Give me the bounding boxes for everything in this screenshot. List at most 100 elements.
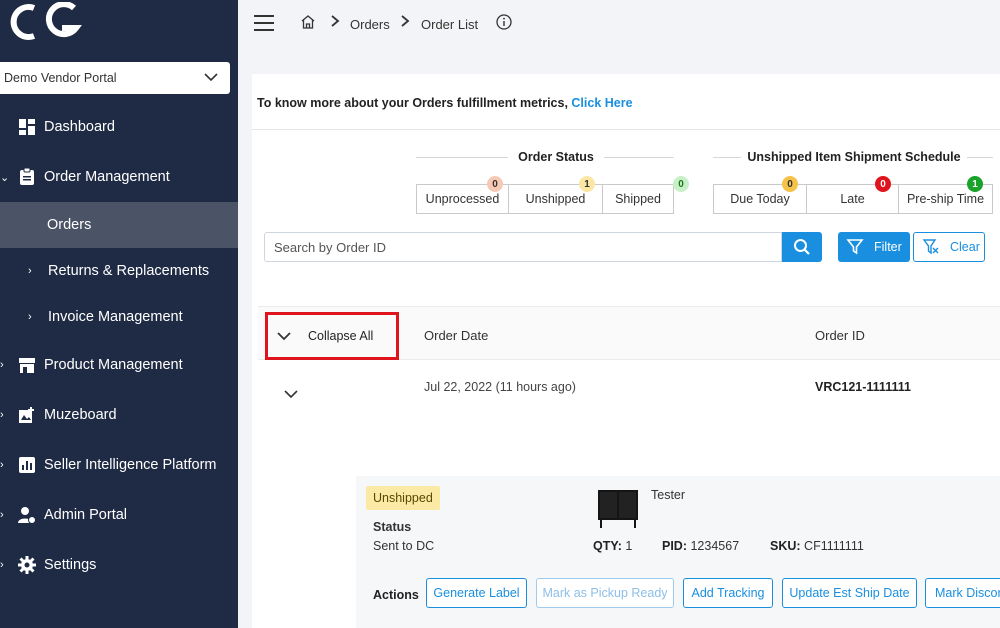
chevron-right-icon: › bbox=[0, 559, 4, 571]
clear-button[interactable]: Clear bbox=[913, 232, 985, 262]
count-badge: 0 bbox=[673, 176, 689, 192]
collapse-all-label: Collapse All bbox=[308, 329, 374, 343]
chevron-right-icon bbox=[331, 15, 340, 27]
chevron-right-icon: › bbox=[0, 359, 4, 371]
chevron-right-icon: › bbox=[0, 459, 4, 471]
clipboard-icon bbox=[20, 168, 34, 185]
chevron-right-icon: › bbox=[28, 265, 32, 277]
filter-clear-icon bbox=[922, 239, 939, 255]
pid-label: PID: bbox=[662, 539, 687, 553]
count-badge: 1 bbox=[579, 176, 595, 192]
chevron-right-icon bbox=[401, 15, 410, 27]
sidebar-item-returns-replacements[interactable]: › Returns & Replacements bbox=[0, 248, 238, 294]
sidebar-item-admin-portal[interactable]: › Admin Portal bbox=[0, 492, 238, 538]
chevron-down-icon: ⌄ bbox=[0, 171, 10, 184]
orders-table-header: Collapse All Order Date Order ID bbox=[258, 306, 1000, 360]
sidebar-item-label: Admin Portal bbox=[44, 507, 128, 523]
clear-label: Clear bbox=[950, 240, 980, 254]
status-label: Unprocessed bbox=[425, 192, 500, 206]
chevron-right-icon: › bbox=[0, 409, 4, 421]
generate-label-button[interactable]: Generate Label bbox=[426, 578, 527, 608]
expand-row-chevron-icon[interactable] bbox=[282, 388, 300, 400]
store-icon bbox=[19, 358, 35, 373]
count-badge: 0 bbox=[782, 176, 798, 192]
hamburger-menu-icon[interactable] bbox=[254, 15, 274, 31]
qty-field: QTY: 1 bbox=[593, 539, 632, 553]
status-badge: Unshipped bbox=[366, 486, 440, 510]
column-order-date[interactable]: Order Date bbox=[424, 328, 488, 343]
gear-icon bbox=[18, 556, 36, 574]
cg-logo[interactable] bbox=[4, 2, 88, 42]
search-icon bbox=[794, 239, 810, 255]
vendor-portal-label: Demo Vendor Portal bbox=[4, 71, 117, 85]
divider bbox=[416, 157, 508, 158]
sidebar-item-label: Settings bbox=[44, 557, 97, 573]
breadcrumb-orders[interactable]: Orders bbox=[350, 17, 390, 32]
product-thumbnail[interactable] bbox=[594, 484, 642, 532]
sidebar-item-order-management[interactable]: ⌄ Order Management bbox=[0, 154, 238, 200]
filter-label: Filter bbox=[874, 240, 902, 254]
qty-value: 1 bbox=[625, 539, 633, 553]
sidebar-item-dashboard[interactable]: Dashboard bbox=[0, 104, 238, 150]
divider bbox=[713, 157, 741, 158]
product-name[interactable]: Tester bbox=[651, 488, 685, 502]
sidebar-item-label: Seller Intelligence Platform bbox=[44, 457, 217, 473]
sku-label: SKU: bbox=[770, 539, 801, 553]
add-tracking-button[interactable]: Add Tracking bbox=[683, 578, 773, 608]
sidebar-item-label: Product Management bbox=[44, 357, 183, 373]
breadcrumb-order-list: Order List bbox=[421, 17, 479, 32]
update-est-ship-date-button[interactable]: Update Est Ship Date bbox=[782, 578, 917, 608]
chevron-right-icon: › bbox=[28, 311, 32, 323]
sku-field: SKU: CF1111111 bbox=[770, 539, 864, 553]
order-status-title: Order Status bbox=[518, 150, 594, 164]
metrics-click-here-link[interactable]: Click Here bbox=[571, 96, 632, 110]
status-unprocessed[interactable]: 0 Unprocessed bbox=[416, 176, 509, 214]
top-bar: Orders Order List bbox=[238, 0, 1000, 50]
sidebar-item-label: Returns & Replacements bbox=[48, 263, 210, 279]
pid-value: 1234567 bbox=[690, 539, 740, 553]
order-id[interactable]: VRC121-1111111 bbox=[815, 380, 911, 394]
status-unshipped[interactable]: 1 Unshipped bbox=[508, 176, 603, 214]
sidebar-item-label: Muzeboard bbox=[44, 407, 117, 423]
search-button[interactable] bbox=[782, 232, 822, 262]
status-label: Unshipped bbox=[525, 192, 586, 206]
order-detail-panel: Unshipped Status Sent to DC Tester QTY: … bbox=[356, 476, 1000, 628]
mark-discontinued-button[interactable]: Mark Discor bbox=[925, 578, 1000, 608]
info-icon[interactable] bbox=[496, 14, 512, 30]
bar-chart-icon bbox=[19, 457, 35, 473]
schedule-title: Unshipped Item Shipment Schedule bbox=[747, 150, 961, 164]
sidebar-item-orders[interactable]: Orders bbox=[0, 202, 238, 248]
chevron-down-icon bbox=[277, 332, 291, 341]
schedule-due-today[interactable]: 0 Due Today bbox=[713, 176, 807, 214]
divider bbox=[967, 157, 993, 158]
home-icon[interactable] bbox=[300, 14, 316, 30]
actions-label: Actions bbox=[373, 588, 419, 602]
status-value: Sent to DC bbox=[373, 539, 435, 553]
vendor-portal-select[interactable]: Demo Vendor Portal bbox=[0, 62, 230, 94]
count-badge: 0 bbox=[487, 176, 503, 192]
schedule-pre-ship-time[interactable]: 1 Pre-ship Time bbox=[898, 176, 993, 214]
collapse-all-button[interactable]: Collapse All bbox=[265, 312, 399, 360]
search-order-id-input[interactable] bbox=[264, 232, 782, 262]
sidebar-item-label: Dashboard bbox=[44, 119, 115, 135]
column-order-id[interactable]: Order ID bbox=[815, 328, 865, 343]
mark-pickup-ready-button[interactable]: Mark as Pickup Ready bbox=[536, 578, 674, 608]
status-heading: Status bbox=[373, 520, 412, 534]
chevron-down-icon bbox=[204, 73, 218, 82]
sidebar-item-label: Orders bbox=[47, 217, 92, 233]
status-shipped[interactable]: 0 Shipped bbox=[602, 176, 689, 214]
board-plus-icon bbox=[19, 407, 34, 423]
status-label: Shipped bbox=[615, 192, 661, 206]
sidebar-item-product-management[interactable]: › Product Management bbox=[0, 342, 238, 388]
content-panel: To know more about your Orders fulfillme… bbox=[252, 74, 1000, 628]
sidebar-item-seller-intelligence[interactable]: › Seller Intelligence Platform bbox=[0, 442, 238, 488]
schedule-label: Pre-ship Time bbox=[906, 192, 985, 206]
sidebar-item-muzeboard[interactable]: › Muzeboard bbox=[0, 392, 238, 438]
sidebar: Demo Vendor Portal Dashboard ⌄ Order Man… bbox=[0, 0, 238, 628]
sku-value: CF1111111 bbox=[804, 539, 864, 553]
filter-button[interactable]: Filter bbox=[838, 232, 910, 262]
sidebar-item-invoice-management[interactable]: › Invoice Management bbox=[0, 294, 238, 340]
schedule-late[interactable]: 0 Late bbox=[806, 176, 899, 214]
qty-label: QTY: bbox=[593, 539, 622, 553]
sidebar-item-settings[interactable]: › Settings bbox=[0, 542, 238, 588]
